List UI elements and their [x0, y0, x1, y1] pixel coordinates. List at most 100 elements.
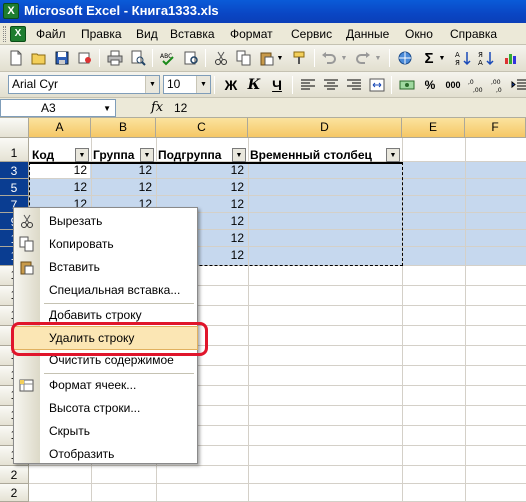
menu-help[interactable]: Справка: [450, 27, 497, 41]
bold-button[interactable]: Ж: [220, 74, 242, 96]
column-header-f[interactable]: F: [465, 118, 526, 138]
menu-file[interactable]: Файл: [36, 27, 66, 41]
align-center-icon[interactable]: [320, 74, 342, 96]
italic-button[interactable]: К: [243, 74, 265, 96]
table-cell[interactable]: 12: [29, 163, 91, 177]
column-header-a[interactable]: A: [29, 118, 91, 138]
header-cell-kod[interactable]: Код: [32, 148, 54, 162]
autosum-dropdown-icon[interactable]: ▼: [436, 47, 448, 69]
column-header-b[interactable]: B: [91, 118, 156, 138]
open-icon[interactable]: [28, 47, 50, 69]
font-size-dropdown-icon[interactable]: ▼: [196, 76, 210, 93]
sort-ascending-icon[interactable]: AЯ: [452, 47, 474, 69]
menu-view[interactable]: Вид: [136, 27, 158, 41]
row-header[interactable]: 2: [0, 466, 29, 484]
font-name-combo[interactable]: Arial Cyr ▼: [8, 75, 160, 94]
row-header[interactable]: 1: [0, 138, 29, 162]
undo-icon[interactable]: [318, 47, 340, 69]
print-preview-icon[interactable]: [127, 47, 149, 69]
redo-icon[interactable]: [352, 47, 374, 69]
table-cell[interactable]: 12: [156, 180, 248, 194]
format-painter-icon[interactable]: [289, 47, 311, 69]
spelling-icon[interactable]: ABC: [157, 47, 179, 69]
excel-app-icon[interactable]: X: [3, 3, 19, 19]
filter-dropdown-icon[interactable]: ▼: [140, 148, 154, 162]
name-box-dropdown-icon[interactable]: ▼: [103, 104, 111, 113]
percent-icon[interactable]: %: [419, 74, 441, 96]
menu-item-label: Вырезать: [49, 214, 103, 228]
currency-icon[interactable]: [396, 74, 418, 96]
align-right-icon[interactable]: [343, 74, 365, 96]
hyperlink-icon[interactable]: [394, 47, 416, 69]
print-icon[interactable]: [104, 47, 126, 69]
header-cell-temp-column[interactable]: Временный столбец: [250, 148, 372, 162]
table-cell[interactable]: 12: [29, 180, 91, 194]
filter-dropdown-icon[interactable]: ▼: [75, 148, 89, 162]
menubar-grip[interactable]: [3, 26, 6, 42]
table-cell[interactable]: 12: [156, 163, 248, 177]
permission-icon[interactable]: [74, 47, 96, 69]
formula-bar: A3 ▼ fx 12: [0, 98, 526, 118]
menu-item-label: Копировать: [49, 237, 114, 251]
title-bar: X Microsoft Excel - Книга1333.xls: [0, 0, 526, 23]
increase-decimal-icon[interactable]: ,0,00: [465, 74, 487, 96]
align-left-icon[interactable]: [297, 74, 319, 96]
menu-item-copy[interactable]: Копировать: [14, 233, 197, 255]
new-icon[interactable]: [5, 47, 27, 69]
menu-data[interactable]: Данные: [346, 27, 389, 41]
paste-icon: [20, 261, 34, 275]
sort-descending-icon[interactable]: ЯA: [475, 47, 497, 69]
indent-icon[interactable]: [508, 74, 526, 96]
menu-item-label: Отобразить: [49, 447, 115, 461]
table-cell[interactable]: 12: [91, 163, 156, 177]
menu-tools[interactable]: Сервис: [291, 27, 332, 41]
menu-format[interactable]: Формат: [230, 27, 273, 41]
merge-center-icon[interactable]: [366, 74, 388, 96]
menu-item-row-height[interactable]: Высота строки...: [14, 397, 197, 419]
column-header-d[interactable]: D: [248, 118, 402, 138]
insert-function-icon[interactable]: fx: [151, 100, 163, 115]
select-all-corner[interactable]: [0, 118, 29, 138]
menu-window[interactable]: Окно: [405, 27, 433, 41]
table-cell[interactable]: 12: [91, 180, 156, 194]
filter-dropdown-icon[interactable]: ▼: [232, 148, 246, 162]
menu-insert[interactable]: Вставка: [170, 27, 215, 41]
chart-wizard-icon[interactable]: [500, 47, 522, 69]
column-header-e[interactable]: E: [402, 118, 465, 138]
research-icon[interactable]: [180, 47, 202, 69]
undo-dropdown-icon[interactable]: ▼: [338, 47, 350, 69]
filter-dropdown-icon[interactable]: ▼: [386, 148, 400, 162]
row-header[interactable]: 2: [0, 484, 29, 502]
menu-item-unhide[interactable]: Отобразить: [14, 443, 197, 465]
font-size-value: 10: [167, 77, 181, 91]
workbook-icon[interactable]: X: [10, 26, 26, 42]
menu-item-label: Формат ячеек...: [49, 378, 137, 392]
scissors-icon: [21, 214, 33, 228]
font-size-combo[interactable]: 10 ▼: [163, 75, 211, 94]
menu-item-format-cells[interactable]: Формат ячеек...: [14, 374, 197, 396]
copy-icon[interactable]: [233, 47, 255, 69]
comma-style-icon[interactable]: 000: [442, 74, 464, 96]
row-header[interactable]: 3: [0, 162, 29, 179]
row-header[interactable]: 5: [0, 179, 29, 196]
underline-button[interactable]: Ч: [266, 74, 288, 96]
redo-dropdown-icon[interactable]: ▼: [372, 47, 384, 69]
column-header-c[interactable]: C: [156, 118, 248, 138]
save-icon[interactable]: [51, 47, 73, 69]
svg-text:A: A: [455, 51, 460, 59]
font-name-dropdown-icon[interactable]: ▼: [145, 76, 159, 93]
formula-input[interactable]: 12: [174, 101, 187, 115]
name-box[interactable]: A3 ▼: [0, 99, 116, 117]
svg-text:A: A: [478, 59, 483, 66]
menu-item-cut[interactable]: Вырезать: [14, 210, 197, 232]
decrease-decimal-icon[interactable]: ,00,0: [488, 74, 510, 96]
header-cell-podgruppa[interactable]: Подгруппа: [158, 148, 221, 162]
menu-edit[interactable]: Правка: [81, 27, 122, 41]
cut-icon[interactable]: [210, 47, 232, 69]
svg-text:Я: Я: [478, 51, 483, 59]
menu-item-hide[interactable]: Скрыть: [14, 420, 197, 442]
paste-dropdown-icon[interactable]: ▼: [274, 47, 286, 69]
menu-item-paste-special[interactable]: Специальная вставка...: [14, 279, 197, 301]
header-cell-gruppa[interactable]: Группа: [93, 148, 134, 162]
menu-item-paste[interactable]: Вставить: [14, 256, 197, 278]
